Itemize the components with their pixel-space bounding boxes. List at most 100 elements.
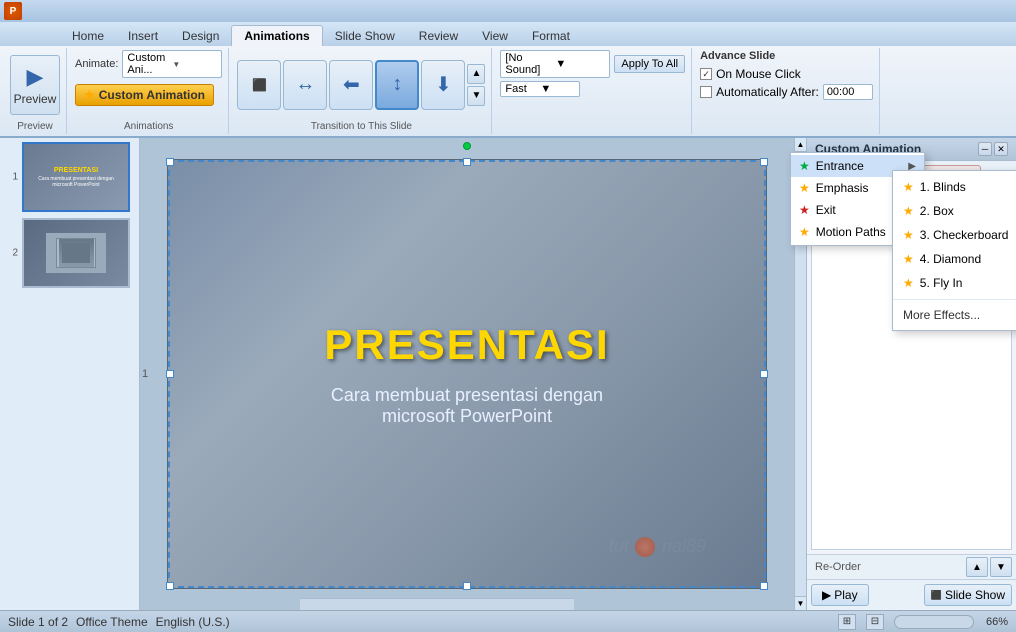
tab-home[interactable]: Home: [60, 26, 116, 46]
vscroll-up[interactable]: ▲: [795, 138, 806, 152]
trans-btn-3[interactable]: ⬅: [329, 60, 373, 110]
submenu-item-flyin[interactable]: ★ 5. Fly In: [893, 271, 1016, 295]
trans-btn-5[interactable]: ⬇: [421, 60, 465, 110]
title-bar: P: [0, 0, 1016, 22]
flyin-label: 5. Fly In: [920, 276, 963, 290]
trans-nav-down[interactable]: ▼: [467, 86, 485, 106]
submenu-item-checkerboard[interactable]: ★ 3. Checkerboard: [893, 223, 1016, 247]
slide-panel: 1 PRESENTASI Cara membuat presentasi den…: [0, 138, 140, 610]
custom-anim-icon: ★: [84, 88, 95, 102]
more-effects-item[interactable]: More Effects...: [893, 304, 1016, 326]
preview-button[interactable]: ▶ Preview: [10, 55, 60, 115]
handle-ml[interactable]: [166, 370, 174, 378]
animations-group-label: Animations: [75, 119, 222, 132]
preview-icon: ▶: [27, 64, 44, 90]
handle-tr[interactable]: [760, 158, 768, 166]
trans-icon-3: ⬅: [343, 72, 360, 97]
slide1-subtitle: Cara membuat presentasi dengan microsoft…: [28, 176, 124, 188]
handle-tm[interactable]: [463, 158, 471, 166]
entrance-label: Entrance: [816, 159, 864, 173]
auto-advance-checkbox[interactable]: [700, 86, 712, 98]
auto-advance-input[interactable]: [823, 84, 873, 100]
view-normal-btn[interactable]: ⊞: [838, 614, 856, 630]
reorder-label: Re-Order: [811, 561, 964, 573]
trans-nav-up[interactable]: ▲: [467, 64, 485, 84]
main-slide[interactable]: PRESENTASI Cara membuat presentasi denga…: [167, 159, 767, 589]
diamond-label: 4. Diamond: [920, 252, 981, 266]
play-button[interactable]: ▶ Play: [811, 584, 869, 606]
animate-label: Animate:: [75, 58, 118, 70]
motion-label: Motion Paths: [816, 225, 886, 239]
view-slide-sorter-btn[interactable]: ⊟: [866, 614, 884, 630]
handle-tl[interactable]: [166, 158, 174, 166]
play-label: Play: [834, 588, 857, 602]
auto-advance-label: Automatically After:: [716, 85, 819, 99]
handle-br[interactable]: [760, 582, 768, 590]
submenu-divider: [893, 299, 1016, 300]
custom-animation-button[interactable]: ★ Custom Animation: [75, 84, 214, 106]
speed-dropdown[interactable]: Fast ▼: [500, 81, 580, 97]
tab-view[interactable]: View: [470, 26, 520, 46]
tab-animations[interactable]: Animations: [231, 25, 322, 46]
preview-group-label: Preview: [10, 119, 60, 132]
tab-review[interactable]: Review: [407, 26, 470, 46]
canvas-area: 1 PRESENTASI Cara membuat presentasi den…: [140, 138, 794, 610]
panel-footer: ▶ Play ⬛ Slide Show: [807, 579, 1016, 610]
animate-dropdown[interactable]: Custom Ani... ▼: [122, 50, 222, 78]
box-star-icon: ★: [903, 204, 914, 218]
app-logo: P: [4, 2, 22, 20]
exit-label: Exit: [816, 203, 836, 217]
handle-bl[interactable]: [166, 582, 174, 590]
tab-insert[interactable]: Insert: [116, 26, 170, 46]
ribbon-tabs: Home Insert Design Animations Slide Show…: [0, 22, 1016, 46]
slideshow-icon: ⬛: [931, 590, 942, 601]
mouse-click-label: On Mouse Click: [716, 67, 801, 81]
trans-btn-2[interactable]: ↔: [283, 60, 327, 110]
slide-thumb-2[interactable]: 2: [4, 218, 135, 288]
slide-thumb-img-1: PRESENTASI Cara membuat presentasi denga…: [22, 142, 130, 212]
ribbon-group-transition: ⬛ ↔ ⬅ ↕ ⬇ ▲ ▼ Transition to This Slide: [231, 48, 492, 134]
apply-all-button[interactable]: Apply To All: [614, 55, 685, 73]
slideshow-button[interactable]: ⬛ Slide Show: [924, 584, 1012, 606]
tab-slideshow[interactable]: Slide Show: [323, 26, 407, 46]
submenu-item-blinds[interactable]: ★ 1. Blinds: [893, 175, 1016, 199]
play-icon: ▶: [822, 588, 831, 602]
diamond-star-icon: ★: [903, 252, 914, 266]
trans-btn-1[interactable]: ⬛: [237, 60, 281, 110]
slide-thumb-img-2: [22, 218, 130, 288]
animate-value: Custom Ani...: [127, 52, 172, 76]
panel-minimize-btn[interactable]: ─: [978, 142, 992, 156]
exit-star-icon: ★: [799, 203, 810, 217]
sound-dropdown[interactable]: [No Sound] ▼: [500, 50, 610, 78]
tab-format[interactable]: Format: [520, 26, 582, 46]
zoom-slider[interactable]: [894, 615, 974, 629]
sound-value: [No Sound]: [505, 52, 555, 76]
trans-icon-5: ⬇: [435, 72, 452, 97]
submenu-item-diamond[interactable]: ★ 4. Diamond: [893, 247, 1016, 271]
tab-design[interactable]: Design: [170, 26, 231, 46]
checkerboard-label: 3. Checkerboard: [920, 228, 1009, 242]
reorder-down-btn[interactable]: ▼: [990, 557, 1012, 577]
theme-info: Office Theme: [76, 615, 148, 629]
slide-thumb-1[interactable]: 1 PRESENTASI Cara membuat presentasi den…: [4, 142, 135, 212]
panel-close-btn[interactable]: ✕: [994, 142, 1008, 156]
ribbon-group-preview: ▶ Preview Preview: [4, 48, 67, 134]
slide-info: Slide 1 of 2: [8, 615, 68, 629]
trans-icon-1: ⬛: [252, 78, 267, 92]
reorder-up-btn[interactable]: ▲: [966, 557, 988, 577]
list-scroll-btns: Re-Order ▲ ▼: [807, 554, 1016, 579]
handle-mr[interactable]: [760, 370, 768, 378]
h-scrollbar[interactable]: [300, 598, 574, 610]
submenu-item-box[interactable]: ★ 2. Box: [893, 199, 1016, 223]
handle-bm[interactable]: [463, 582, 471, 590]
entrance-submenu: ★ 1. Blinds ★ 2. Box ★ 3. Checkerboard ★…: [892, 170, 1016, 331]
speed-dropdown-arrow: ▼: [540, 83, 575, 95]
mouse-click-checkbox[interactable]: [700, 68, 712, 80]
flyin-star-icon: ★: [903, 276, 914, 290]
trans-btn-4[interactable]: ↕: [375, 60, 419, 110]
animate-dropdown-arrow: ▼: [172, 60, 217, 69]
slide-num-2: 2: [4, 248, 18, 259]
vscroll-down[interactable]: ▼: [795, 596, 806, 610]
slide-num-1: 1: [4, 172, 18, 183]
trans-icon-2: ↔: [295, 73, 315, 96]
